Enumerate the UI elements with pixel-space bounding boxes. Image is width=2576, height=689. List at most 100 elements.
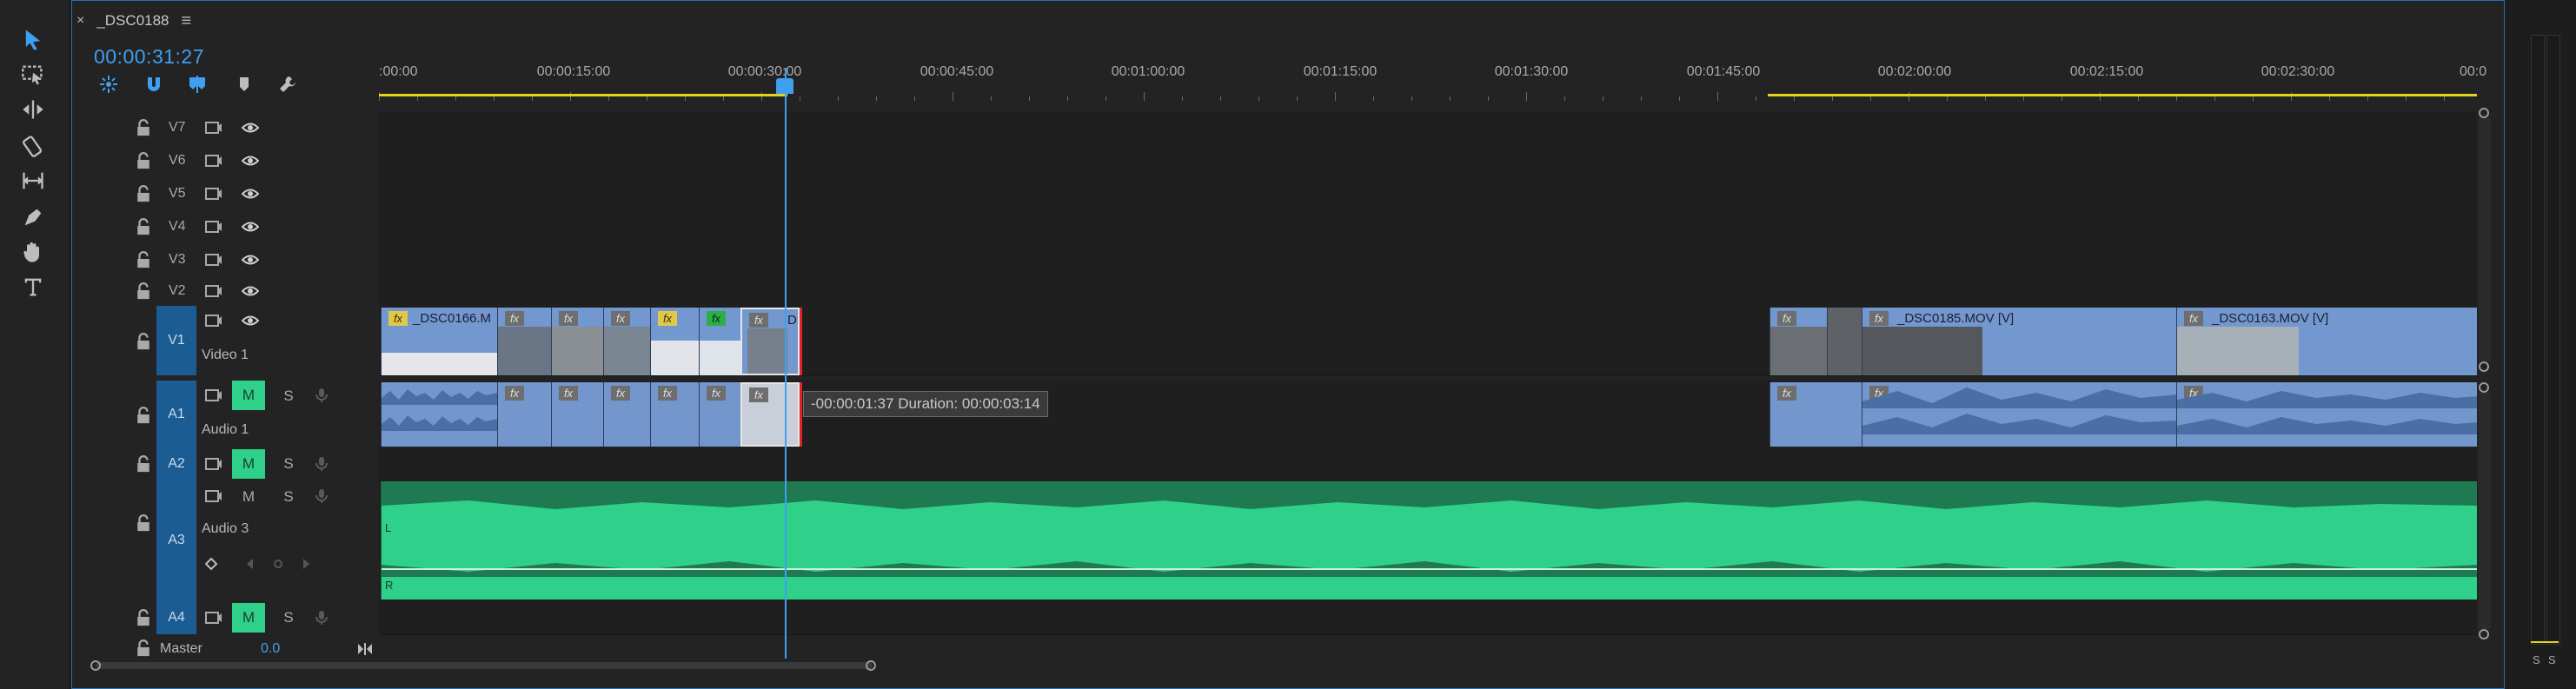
- toggle-sync-lock-icon[interactable]: [203, 608, 224, 627]
- video-scroll-bottom-handle[interactable]: [2479, 361, 2489, 372]
- lock-icon[interactable]: [136, 639, 151, 657]
- track-label-selected[interactable]: V1: [156, 306, 196, 375]
- toggle-sync-lock-icon[interactable]: [203, 454, 224, 474]
- music-audio-clip[interactable]: fx L R: [381, 481, 2477, 600]
- track-label-selected[interactable]: A1: [156, 381, 196, 448]
- solo-button[interactable]: S: [278, 607, 299, 628]
- slip-tool-icon[interactable]: [17, 165, 49, 196]
- eye-icon[interactable]: [240, 250, 261, 269]
- razor-tool-icon[interactable]: [17, 130, 49, 162]
- toggle-sync-lock-icon[interactable]: [203, 250, 224, 269]
- next-keyframe-icon[interactable]: [295, 554, 316, 573]
- toggle-sync-lock-icon[interactable]: [203, 118, 224, 137]
- marker-icon[interactable]: [231, 71, 257, 97]
- linked-selection-icon[interactable]: [141, 71, 167, 97]
- lock-icon[interactable]: [136, 152, 151, 169]
- track-label[interactable]: V2: [169, 283, 186, 299]
- sequence-tab[interactable]: × _DSC0188 ≡: [76, 5, 191, 36]
- track-label-selected[interactable]: A2: [156, 448, 196, 480]
- solo-button[interactable]: S: [278, 454, 299, 474]
- toggle-sync-lock-icon[interactable]: [203, 217, 224, 236]
- microphone-icon[interactable]: [311, 454, 332, 474]
- video-scroll-top-handle[interactable]: [2479, 108, 2489, 118]
- track-label[interactable]: V6: [169, 153, 186, 169]
- mute-button[interactable]: M: [232, 381, 265, 410]
- track-label[interactable]: V7: [169, 120, 186, 136]
- track-label[interactable]: V4: [169, 219, 186, 235]
- timeline-zoom-scrollbar[interactable]: [96, 662, 873, 669]
- solo-button[interactable]: S: [278, 386, 299, 407]
- tab-menu-icon[interactable]: ≡: [182, 11, 192, 31]
- audio-clip[interactable]: fx: [2176, 382, 2477, 447]
- playhead-line[interactable]: [785, 68, 787, 659]
- snap-icon[interactable]: [96, 71, 122, 97]
- lock-icon[interactable]: [136, 119, 151, 136]
- lock-icon[interactable]: [136, 333, 151, 350]
- eye-icon[interactable]: [240, 118, 261, 137]
- mute-button[interactable]: M: [232, 449, 265, 479]
- track-label-selected[interactable]: A3: [156, 480, 196, 601]
- audio-clip[interactable]: [381, 382, 497, 447]
- add-keyframe-icon[interactable]: [268, 554, 289, 573]
- eye-icon[interactable]: [240, 184, 261, 203]
- lock-icon[interactable]: [136, 514, 151, 532]
- track-lane-a2[interactable]: [379, 448, 2477, 480]
- video-clip[interactable]: fx: [699, 308, 740, 375]
- video-clip[interactable]: fx: [551, 308, 603, 375]
- work-area-bar[interactable]: [379, 94, 787, 96]
- video-vertical-scrollbar[interactable]: [2479, 118, 2491, 361]
- solo-button[interactable]: S: [278, 487, 299, 507]
- collapse-tracks-icon[interactable]: [355, 639, 375, 659]
- toggle-sync-lock-icon[interactable]: [203, 386, 224, 405]
- zoom-left-handle[interactable]: [90, 660, 101, 671]
- audio-clip[interactable]: fx: [699, 382, 740, 447]
- toggle-sync-lock-icon[interactable]: [203, 311, 224, 330]
- track-label[interactable]: V3: [169, 252, 186, 268]
- track-lane-v7[interactable]: [379, 111, 2477, 145]
- track-lane-v6[interactable]: [379, 144, 2477, 178]
- audio-scroll-bottom-handle[interactable]: [2479, 629, 2489, 639]
- playhead-handle[interactable]: [776, 78, 793, 94]
- mute-button[interactable]: M: [232, 603, 265, 633]
- lock-icon[interactable]: [136, 185, 151, 202]
- lock-icon[interactable]: [136, 218, 151, 235]
- audio-vertical-scrollbar[interactable]: [2479, 393, 2491, 629]
- lock-icon[interactable]: [136, 407, 151, 424]
- playhead-timecode[interactable]: 00:00:31:27: [94, 45, 204, 69]
- track-lane-v5[interactable]: [379, 177, 2477, 211]
- ripple-edit-tool-icon[interactable]: [17, 94, 49, 125]
- track-lane-v3[interactable]: [379, 243, 2477, 277]
- eye-icon[interactable]: [240, 217, 261, 236]
- toggle-sync-lock-icon[interactable]: [203, 487, 224, 506]
- eye-icon[interactable]: [240, 282, 261, 301]
- video-clip[interactable]: fx: [497, 308, 551, 375]
- lock-icon[interactable]: [136, 455, 151, 473]
- audio-clip[interactable]: fx: [1769, 382, 1862, 447]
- eye-icon[interactable]: [240, 311, 261, 330]
- close-tab-icon[interactable]: ×: [76, 13, 84, 29]
- track-lane-a4[interactable]: [379, 601, 2477, 635]
- previous-keyframe-icon[interactable]: [240, 554, 261, 573]
- track-select-tool-icon[interactable]: [17, 59, 49, 90]
- track-lane-v2[interactable]: [379, 276, 2477, 307]
- hand-tool-icon[interactable]: [17, 236, 49, 268]
- add-marker-icon[interactable]: [184, 71, 210, 97]
- zoom-right-handle[interactable]: [866, 660, 876, 671]
- video-clip[interactable]: fx: [603, 308, 650, 375]
- selection-tool-icon[interactable]: [17, 24, 49, 56]
- mute-button[interactable]: M: [232, 482, 265, 512]
- toggle-sync-lock-icon[interactable]: [203, 282, 224, 301]
- keyframe-toggle-icon[interactable]: [203, 554, 224, 573]
- eye-icon[interactable]: [240, 151, 261, 170]
- video-clip[interactable]: fx: [1769, 308, 1827, 375]
- video-clip[interactable]: fx: [650, 308, 699, 375]
- selected-audio-clip[interactable]: fx: [740, 382, 800, 447]
- audio-clip[interactable]: fx: [551, 382, 603, 447]
- lock-icon[interactable]: [136, 251, 151, 268]
- pen-tool-icon[interactable]: [17, 202, 49, 233]
- toggle-sync-lock-icon[interactable]: [203, 184, 224, 203]
- track-lane-v4[interactable]: [379, 210, 2477, 244]
- master-volume-value[interactable]: 0.0: [261, 641, 280, 657]
- microphone-icon[interactable]: [311, 608, 332, 627]
- toggle-sync-lock-icon[interactable]: [203, 151, 224, 170]
